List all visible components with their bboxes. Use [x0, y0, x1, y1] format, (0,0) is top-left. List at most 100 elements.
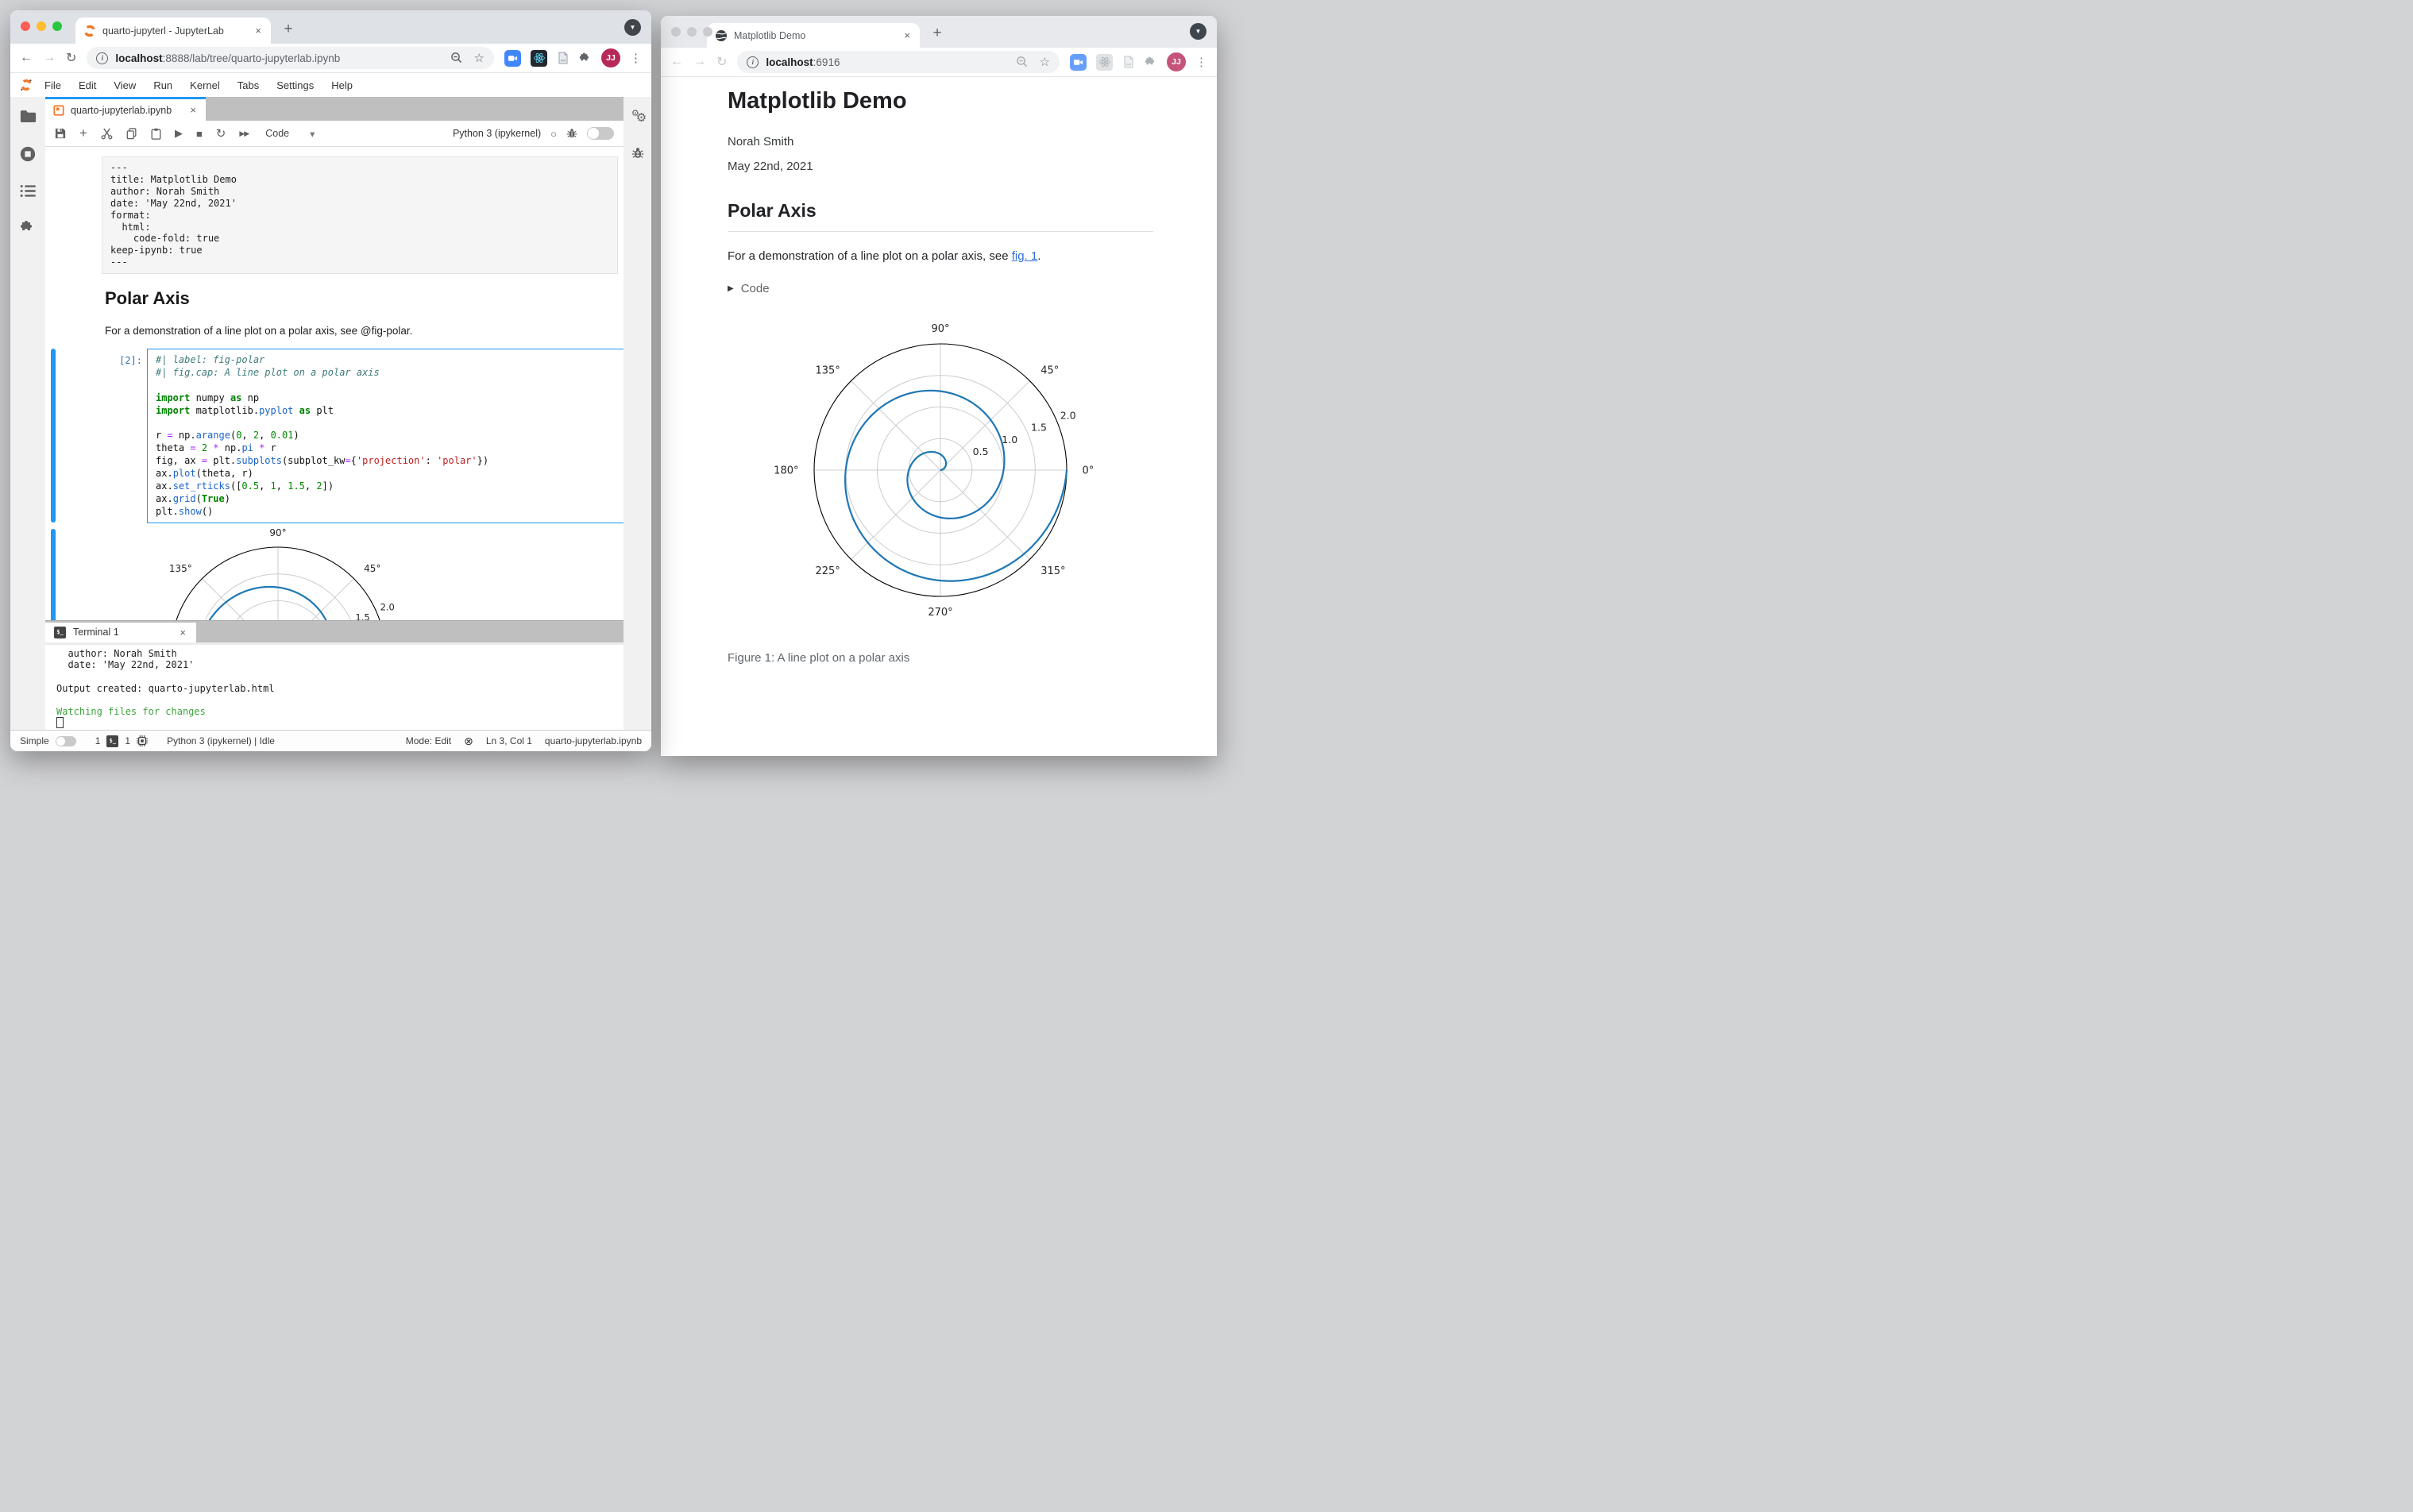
- cell-type-select[interactable]: Code ▾: [265, 128, 315, 140]
- extension-icons: JJ ⋮: [504, 48, 642, 68]
- cursor-position[interactable]: Ln 3, Col 1: [486, 735, 532, 746]
- menu-item-help[interactable]: Help: [322, 79, 361, 91]
- property-inspector-icon[interactable]: ⚙⚙: [631, 108, 647, 125]
- address-bar[interactable]: i localhost:6916 ☆: [737, 51, 1060, 73]
- back-icon[interactable]: ←: [670, 55, 683, 69]
- add-cell-icon[interactable]: +: [79, 125, 87, 141]
- terminal-output[interactable]: author: Norah Smith date: 'May 22nd, 202…: [45, 642, 624, 730]
- minimize-window-button[interactable]: [687, 27, 697, 37]
- profile-avatar[interactable]: JJ: [1167, 52, 1186, 71]
- reload-icon[interactable]: ↻: [66, 50, 76, 66]
- info-icon[interactable]: i: [96, 52, 109, 64]
- menu-item-file[interactable]: File: [36, 79, 70, 91]
- close-window-button[interactable]: [21, 21, 30, 31]
- code-cell-editor[interactable]: #| label: fig-polar #| fig.cap: A line pl…: [147, 349, 624, 523]
- svg-text:45°: 45°: [364, 563, 380, 574]
- zoom-out-icon[interactable]: [1016, 56, 1029, 68]
- close-window-button[interactable]: [671, 27, 681, 37]
- zoom-out-icon[interactable]: [450, 52, 463, 64]
- extensions-puzzle-icon[interactable]: [1145, 56, 1157, 68]
- forward-icon[interactable]: →: [43, 51, 56, 65]
- kernel-name[interactable]: Python 3 (ipykernel): [453, 128, 541, 139]
- zoom-window-button[interactable]: [703, 27, 712, 37]
- reload-icon[interactable]: ↻: [716, 54, 727, 70]
- svg-text:2.0: 2.0: [380, 602, 395, 613]
- terminal-sessions-icon[interactable]: $_: [106, 735, 119, 747]
- menu-item-settings[interactable]: Settings: [268, 79, 322, 91]
- file-browser-icon[interactable]: [20, 110, 37, 124]
- menu-item-edit[interactable]: Edit: [70, 79, 105, 91]
- table-of-contents-icon[interactable]: [20, 184, 37, 198]
- tab-title: quarto-jupyterl - JupyterLab: [102, 25, 224, 37]
- markdown-heading[interactable]: Polar Axis: [105, 288, 190, 309]
- kernel-status-text[interactable]: Python 3 (ipykernel) | Idle: [167, 735, 275, 746]
- browser-menu-icon[interactable]: ⋮: [630, 51, 642, 65]
- back-icon[interactable]: ←: [20, 51, 33, 65]
- react-devtools-extension-icon[interactable]: [1096, 53, 1113, 71]
- running-sessions-icon[interactable]: [19, 145, 37, 163]
- right-browser-window: Matplotlib Demo × + ▼ ← → ↻ i localhost:…: [661, 16, 1217, 756]
- tab-search-button[interactable]: ▼: [624, 19, 641, 36]
- document-extension-icon[interactable]: [1122, 56, 1135, 68]
- interrupt-kernel-icon[interactable]: ■: [196, 128, 203, 140]
- new-tab-button[interactable]: +: [928, 25, 947, 42]
- svg-text:45°: 45°: [1040, 364, 1059, 376]
- terminal-tab-close-icon[interactable]: ×: [178, 627, 187, 638]
- terminal-tab-title: Terminal 1: [73, 627, 119, 638]
- paste-cells-icon[interactable]: [151, 128, 161, 140]
- simple-mode-toggle[interactable]: [587, 127, 614, 140]
- notebook-toolbar: + ▶ ■ ↻ ▶▶ Code ▾ Python 3 (ipykernel) ○: [45, 121, 624, 147]
- terminal-tab[interactable]: $_ Terminal 1 ×: [45, 622, 196, 642]
- left-browser-window: quarto-jupyterl - JupyterLab × + ▼ ← → ↻…: [10, 10, 651, 751]
- bookmark-star-icon[interactable]: ☆: [1040, 56, 1050, 68]
- tab-close-icon[interactable]: ×: [253, 25, 263, 37]
- cut-cells-icon[interactable]: [101, 128, 113, 140]
- menu-item-run[interactable]: Run: [145, 79, 181, 91]
- bookmark-star-icon[interactable]: ☆: [474, 52, 485, 64]
- copy-cells-icon[interactable]: [126, 127, 137, 140]
- browser-menu-icon[interactable]: ⋮: [1195, 55, 1207, 69]
- menu-item-view[interactable]: View: [105, 79, 145, 91]
- tab-search-button[interactable]: ▼: [1190, 23, 1206, 40]
- browser-tab-matplotlib-demo[interactable]: Matplotlib Demo ×: [707, 23, 920, 48]
- notebook-output-figure: 0°45°90°135°180°225°270°315°0.51.01.52.0: [127, 503, 429, 620]
- save-icon[interactable]: [55, 128, 66, 139]
- active-cell-indicator[interactable]: [51, 349, 56, 523]
- simple-interface-toggle[interactable]: [55, 735, 76, 746]
- notebook-mode[interactable]: Mode: Edit: [406, 735, 451, 746]
- minimize-window-button[interactable]: [37, 21, 46, 31]
- yaml-raw-cell[interactable]: --- title: Matplotlib Demo author: Norah S…: [102, 156, 618, 275]
- video-call-extension-icon[interactable]: [1070, 53, 1087, 71]
- menu-item-kernel[interactable]: Kernel: [181, 79, 229, 91]
- figure-link[interactable]: fig. 1: [1012, 249, 1038, 263]
- extensions-puzzle-icon[interactable]: [579, 52, 592, 64]
- output-cell-indicator[interactable]: [51, 529, 56, 620]
- notebook-content[interactable]: --- title: Matplotlib Demo author: Norah S…: [45, 147, 624, 620]
- jupyterlab-left-sidebar: [10, 97, 45, 730]
- tab-close-icon[interactable]: ×: [902, 29, 912, 41]
- code-fold-label: Code: [740, 282, 770, 295]
- react-devtools-extension-icon[interactable]: [531, 49, 547, 67]
- run-cell-icon[interactable]: ▶: [175, 127, 183, 140]
- markdown-paragraph[interactable]: For a demonstration of a line plot on a …: [105, 325, 412, 337]
- browser-tab-jupyterlab[interactable]: quarto-jupyterl - JupyterLab ×: [75, 17, 271, 44]
- debugger-sidebar-bug-icon[interactable]: [631, 147, 644, 160]
- notebook-tab-close-icon[interactable]: ×: [188, 104, 198, 116]
- extension-manager-icon[interactable]: [20, 219, 36, 235]
- restart-run-all-icon[interactable]: ▶▶: [239, 129, 249, 138]
- code-fold-disclosure[interactable]: ▶ Code: [728, 282, 1217, 295]
- zoom-window-button[interactable]: [52, 21, 62, 31]
- menu-item-tabs[interactable]: Tabs: [229, 79, 268, 91]
- video-call-extension-icon[interactable]: [504, 49, 521, 67]
- profile-avatar[interactable]: JJ: [601, 48, 620, 68]
- document-extension-icon[interactable]: [557, 52, 569, 64]
- restart-kernel-icon[interactable]: ↻: [216, 126, 226, 141]
- quarto-page: Matplotlib Demo Norah Smith May 22nd, 20…: [661, 77, 1217, 756]
- address-bar[interactable]: i localhost:8888/lab/tree/quarto-jupyter…: [87, 47, 494, 69]
- kernel-sessions-icon[interactable]: [137, 735, 149, 746]
- notebook-tab[interactable]: quarto-jupyterlab.ipynb ×: [45, 97, 206, 121]
- info-icon[interactable]: i: [747, 56, 759, 68]
- debugger-bug-icon[interactable]: [566, 128, 577, 139]
- forward-icon[interactable]: →: [693, 55, 706, 69]
- new-tab-button[interactable]: +: [279, 21, 298, 38]
